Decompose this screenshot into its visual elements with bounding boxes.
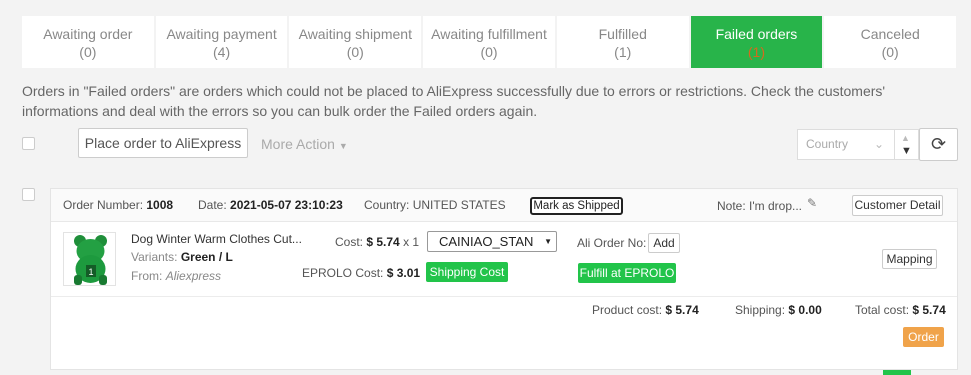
eprolo-cost-label: EPROLO Cost: (302, 266, 384, 280)
order-country-value: UNITED STATES (412, 198, 506, 212)
tab-awaiting-fulfillment[interactable]: Awaiting fulfillment (0) (423, 16, 555, 68)
eprolo-cost: EPROLO Cost: $ 3.01 (302, 266, 420, 280)
variants-value: Green / L (180, 250, 233, 264)
tab-label: Awaiting shipment (298, 26, 412, 42)
tab-label: Failed orders (715, 26, 798, 42)
caret-down-icon: ▼ (338, 141, 348, 151)
order-checkbox[interactable] (22, 188, 35, 201)
order-status-tabs: Awaiting order (0) Awaiting payment (4) Aw… (22, 16, 957, 68)
mark-as-shipped-button[interactable]: Mark as Shipped (530, 197, 623, 215)
tab-failed-orders[interactable]: Failed orders (1) (690, 16, 823, 68)
select-all-checkbox[interactable] (22, 137, 35, 150)
product-variants: Variants: Green / L (131, 250, 233, 264)
order-number-label: Order Number: (63, 198, 144, 212)
failed-orders-notice: Orders in "Failed orders" are orders whi… (22, 83, 886, 119)
variants-label: Variants: (131, 250, 178, 264)
next-card-button-edge (883, 370, 911, 375)
from-value: Aliexpress (165, 269, 222, 283)
tab-label: Fulfilled (598, 26, 647, 42)
tab-label: Awaiting payment (166, 26, 277, 42)
shipping-cost-button[interactable]: Shipping Cost (426, 262, 508, 282)
product-cost-label: Product cost: (592, 303, 663, 317)
add-ali-order-button[interactable]: Add (648, 233, 680, 253)
ali-order-label: Ali Order No: (577, 236, 647, 250)
order-country: Country: UNITED STATES (364, 198, 506, 212)
svg-text:1: 1 (88, 267, 93, 277)
tab-label: Awaiting order (43, 26, 133, 42)
place-order-button[interactable]: Place order to AliExpress (78, 128, 248, 158)
sort-up-icon: ▲ (901, 133, 910, 143)
divider (51, 296, 957, 297)
shipping-value: $ 0.00 (788, 303, 822, 317)
total-label: Total cost: (855, 303, 910, 317)
chevron-down-icon: ⌄ (873, 137, 884, 151)
tab-canceled[interactable]: Canceled (0) (824, 16, 957, 68)
order-number-value: 1008 (146, 198, 174, 212)
order-country-label: Country: (364, 198, 410, 212)
mapping-button[interactable]: Mapping (882, 249, 937, 269)
refresh-icon: ⟳ (930, 134, 947, 154)
country-placeholder: Country (806, 137, 849, 151)
order-header: Order Number: 1008 Date: 2021-05-07 23:1… (51, 189, 957, 222)
summary-product-cost: Product cost: $ 5.74 (592, 303, 699, 317)
order-note-label: Note: (717, 199, 746, 213)
edit-note-icon[interactable]: ✎ (807, 196, 817, 210)
order-date: Date: 2021-05-07 23:10:23 (198, 198, 343, 212)
tab-count: (0) (881, 44, 899, 60)
cost-label: Cost: (335, 235, 364, 249)
tab-count: (1) (614, 44, 632, 60)
sort-toggle[interactable]: ▲ ▼ (895, 129, 919, 160)
order-number: Order Number: 1008 (63, 198, 173, 212)
tab-awaiting-order[interactable]: Awaiting order (0) (22, 16, 154, 68)
order-note: Note: I'm drop... (717, 199, 802, 213)
tab-count: (0) (480, 44, 498, 60)
cost-value: $ 5.74 (366, 235, 400, 249)
caret-down-icon: ▼ (544, 237, 552, 246)
product-thumbnail[interactable]: 1 (63, 232, 116, 286)
tab-label: Awaiting fulfillment (431, 26, 547, 42)
product-source: From: Aliexpress (131, 269, 221, 283)
fulfill-at-eprolo-button[interactable]: Fulfill at EPROLO (578, 263, 676, 283)
tab-count: (1) (747, 44, 766, 60)
order-date-label: Date: (198, 198, 227, 212)
product-cost-value: $ 5.74 (665, 303, 699, 317)
shipping-label: Shipping: (735, 303, 786, 317)
tab-count: (0) (346, 44, 364, 60)
summary-shipping: Shipping: $ 0.00 (735, 303, 822, 317)
product-cost: Cost: $ 5.74 x 1 (335, 235, 419, 249)
customer-detail-button[interactable]: Customer Detail (852, 195, 943, 216)
tab-fulfilled[interactable]: Fulfilled (1) (556, 16, 689, 68)
eprolo-cost-value: $ 3.01 (386, 266, 421, 280)
product-title[interactable]: Dog Winter Warm Clothes Cut... (131, 232, 302, 246)
shipping-method-value: CAINIAO_STAN (439, 234, 534, 249)
more-action-dropdown[interactable]: More Action ▼ (261, 136, 348, 152)
shipping-method-select[interactable]: CAINIAO_STAN ▼ (427, 231, 557, 252)
total-value: $ 5.74 (912, 303, 946, 317)
order-button[interactable]: Order (903, 327, 944, 347)
country-select[interactable]: Country ⌄ (797, 129, 895, 160)
summary-total: Total cost: $ 5.74 (855, 303, 946, 317)
refresh-button[interactable]: ⟳ (919, 128, 958, 161)
from-label: From: (131, 269, 163, 283)
tab-label: Canceled (860, 26, 920, 42)
tab-count: (0) (79, 44, 97, 60)
sort-down-icon: ▼ (901, 145, 912, 157)
order-card: Order Number: 1008 Date: 2021-05-07 23:1… (50, 188, 958, 370)
more-action-label: More Action (261, 136, 335, 152)
dog-clothes-image: 1 (74, 235, 107, 285)
tab-count: (4) (213, 44, 231, 60)
tab-awaiting-payment[interactable]: Awaiting payment (4) (155, 16, 288, 68)
order-date-value: 2021-05-07 23:10:23 (230, 198, 343, 212)
tab-awaiting-shipment[interactable]: Awaiting shipment (0) (289, 16, 422, 68)
cost-qty: x 1 (403, 235, 420, 249)
order-note-value: I'm drop... (749, 199, 803, 213)
